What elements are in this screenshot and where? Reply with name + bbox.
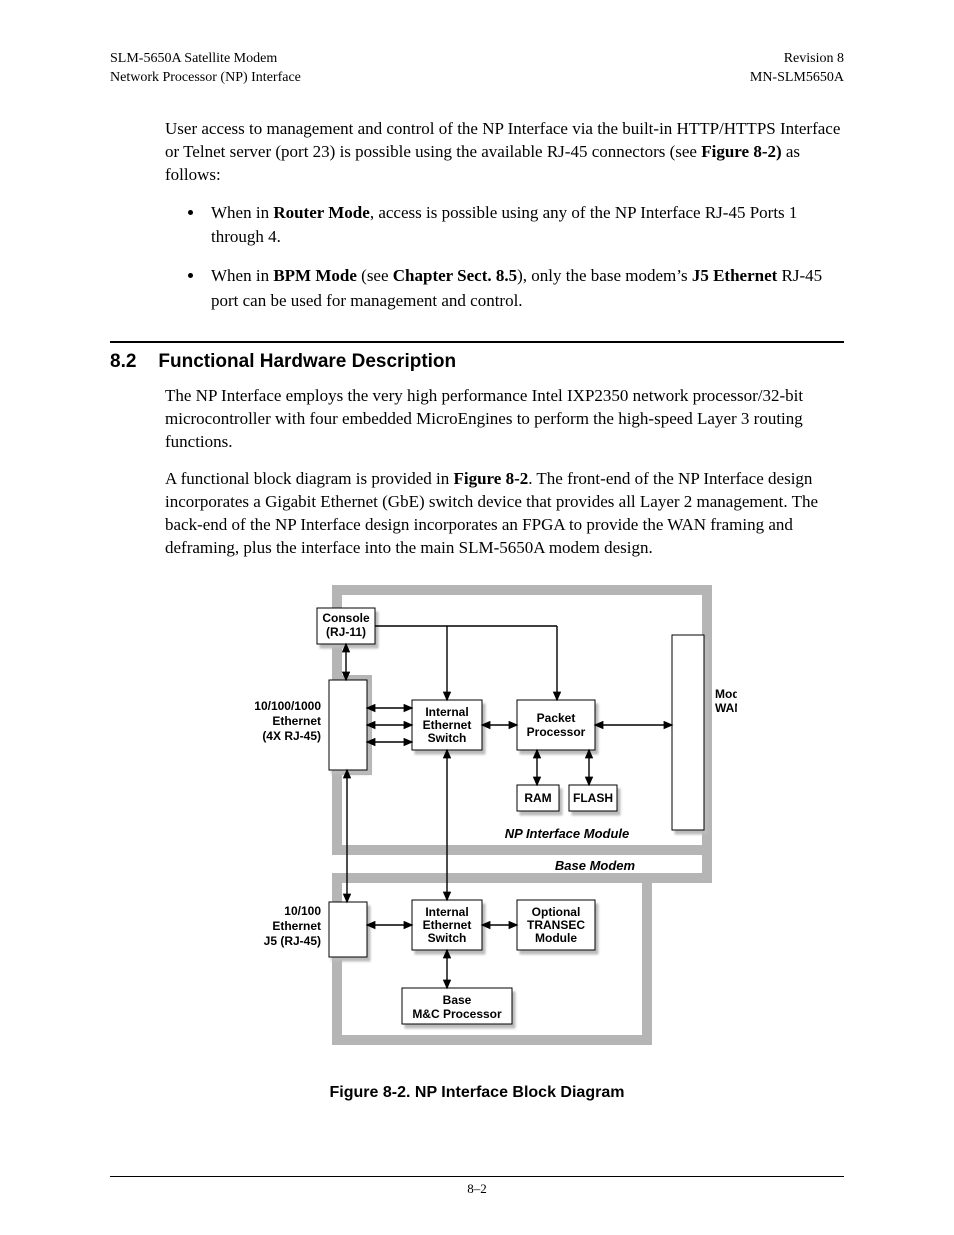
svg-text:(RJ-11): (RJ-11) xyxy=(326,625,366,639)
page-number: 8–2 xyxy=(467,1181,487,1196)
svg-text:10/100: 10/100 xyxy=(284,904,321,918)
modem-wan-box xyxy=(672,635,704,830)
page-footer: 8–2 xyxy=(110,1176,844,1197)
header-left: SLM-5650A Satellite Modem Network Proces… xyxy=(110,50,301,88)
interface-name: Network Processor (NP) Interface xyxy=(110,69,301,88)
svg-text:(4X RJ-45): (4X RJ-45) xyxy=(262,729,321,743)
gbe-port-box xyxy=(329,680,367,770)
svg-text:Ethernet: Ethernet xyxy=(423,918,472,932)
section-p2: A functional block diagram is provided i… xyxy=(165,468,844,560)
page: SLM-5650A Satellite Modem Network Proces… xyxy=(0,0,954,1235)
svg-text:Console: Console xyxy=(322,611,370,625)
bullet-list: When in Router Mode, access is possible … xyxy=(205,201,844,314)
header-right: Revision 8 MN-SLM5650A xyxy=(750,50,844,88)
svg-text:Base: Base xyxy=(443,993,472,1007)
svg-text:Base Modem: Base Modem xyxy=(555,858,636,873)
diagram-svg: Console (RJ-11) 10/100/1000 Ethernet (4X… xyxy=(217,580,737,1070)
svg-text:Modem: Modem xyxy=(715,687,737,701)
svg-text:FLASH: FLASH xyxy=(573,791,613,805)
svg-text:NP Interface Module: NP Interface Module xyxy=(505,826,629,841)
bullet-router-mode: When in Router Mode, access is possible … xyxy=(205,201,844,250)
svg-text:Ethernet: Ethernet xyxy=(272,714,321,728)
svg-text:Internal: Internal xyxy=(425,705,468,719)
svg-text:RAM: RAM xyxy=(524,791,551,805)
svg-text:Switch: Switch xyxy=(428,731,467,745)
intro-paragraph: User access to management and control of… xyxy=(165,118,844,187)
manual-number: MN-SLM5650A xyxy=(750,69,844,88)
svg-text:Switch: Switch xyxy=(428,931,467,945)
svg-text:Ethernet: Ethernet xyxy=(272,919,321,933)
j5-port-box xyxy=(329,902,367,957)
section-heading: 8.2 Functional Hardware Description xyxy=(110,351,844,373)
svg-text:TRANSEC: TRANSEC xyxy=(527,918,585,932)
revision: Revision 8 xyxy=(750,50,844,69)
figure-block-diagram: Console (RJ-11) 10/100/1000 Ethernet (4X… xyxy=(110,580,844,1070)
section-number: 8.2 xyxy=(110,351,136,373)
svg-text:Processor: Processor xyxy=(527,725,586,739)
svg-text:10/100/1000: 10/100/1000 xyxy=(254,699,321,713)
base-modem-outline-top xyxy=(337,650,707,878)
page-header: SLM-5650A Satellite Modem Network Proces… xyxy=(110,50,844,88)
section-rule xyxy=(110,341,844,343)
svg-text:Internal: Internal xyxy=(425,905,468,919)
svg-text:Ethernet: Ethernet xyxy=(423,718,472,732)
figure-caption: Figure 8-2. NP Interface Block Diagram xyxy=(110,1084,844,1102)
product-name: SLM-5650A Satellite Modem xyxy=(110,50,301,69)
svg-text:Module: Module xyxy=(535,931,577,945)
svg-text:M&C Processor: M&C Processor xyxy=(412,1007,502,1021)
bullet-bpm-mode: When in BPM Mode (see Chapter Sect. 8.5)… xyxy=(205,264,844,313)
section-title: Functional Hardware Description xyxy=(158,351,456,373)
svg-text:J5 (RJ-45): J5 (RJ-45) xyxy=(264,934,321,948)
svg-text:Optional: Optional xyxy=(532,905,581,919)
svg-text:WAN: WAN xyxy=(715,701,737,715)
svg-text:Packet: Packet xyxy=(537,711,576,725)
section-p1: The NP Interface employs the very high p… xyxy=(165,385,844,454)
